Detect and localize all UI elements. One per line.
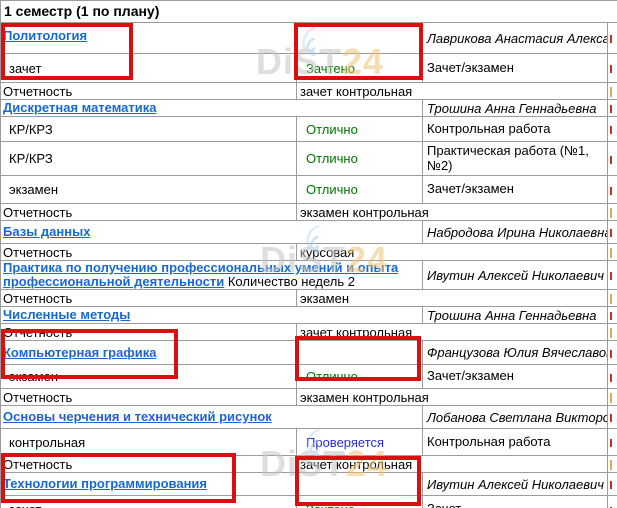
assessment-type-cell: КР/КРЗ [1, 142, 297, 176]
table-row: Дискретная математика Трошина Анна Геннад… [1, 100, 617, 117]
clipped-right-cell [608, 117, 617, 142]
work-type-cell: Контрольная работа [423, 429, 608, 456]
subject-link[interactable]: Дискретная математика [3, 100, 157, 115]
work-type-cell: Контрольная работа [423, 117, 608, 142]
teacher-name: Набродова Ирина Николаевна [423, 221, 608, 244]
grades-page: 1 семестр (1 по плану)ПолитологияЛаврико… [0, 0, 617, 508]
work-type-cell: Зачет/экзамен [423, 54, 608, 83]
subject-cell: Численные методы [1, 307, 423, 324]
subject-cell: Основы черчения и технический рисунок [1, 406, 423, 429]
clipped-right-cell [608, 429, 617, 456]
clipped-right-cell [608, 100, 617, 117]
work-type-cell: Зачет/экзамен [423, 365, 608, 389]
clipped-right-cell [608, 221, 617, 244]
table-row: Отчетностьзачет контрольная [1, 83, 617, 100]
clipped-right-cell [608, 142, 617, 176]
semester-header: 1 семестр (1 по плану) [1, 1, 617, 23]
highlight-komp-grafika [1, 329, 178, 379]
report-value-cell: экзамен контрольная [297, 389, 608, 406]
work-type-cell: Практическая работа (№1, №2) [423, 142, 608, 176]
subject-link[interactable]: Базы данных [3, 224, 90, 239]
highlight-politologia [1, 23, 133, 80]
table-row: контрольнаяПроверяетсяКонтрольная работа [1, 429, 617, 456]
table-row: Основы черчения и технический рисунок Лоб… [1, 406, 617, 429]
report-label-cell: Отчетность [1, 290, 297, 307]
teacher-name: Ивутин Алексей Николаевич [423, 473, 608, 496]
teacher-name: Трошина Анна Геннадьевна [423, 307, 608, 324]
table-row: 1 семестр (1 по плану) [1, 1, 617, 23]
clipped-right-cell [608, 389, 617, 406]
clipped-right-cell [608, 456, 617, 473]
clipped-right-cell [608, 406, 617, 429]
clipped-right-cell [608, 83, 617, 100]
clipped-right-cell [608, 261, 617, 290]
teacher-name: Лаврикова Анастасия Алекса [423, 23, 608, 54]
subject-link[interactable]: Численные методы [3, 307, 130, 322]
grade-value-cell: Проверяется [297, 429, 423, 456]
table-row: Отчетностьэкзамен контрольная [1, 389, 617, 406]
clipped-right-cell [608, 324, 617, 341]
work-type-cell: Зачет [423, 496, 608, 508]
assessment-type-cell: контрольная [1, 429, 297, 456]
report-value-cell: экзамен [297, 290, 608, 307]
table-row: КР/КРЗОтличноКонтрольная работа [1, 117, 617, 142]
report-label-cell: Отчетность [1, 389, 297, 406]
teacher-name: Лобанова Светлана Викторо [423, 406, 608, 429]
clipped-right-cell [608, 290, 617, 307]
clipped-right-cell [608, 204, 617, 221]
grade-value-cell: Отлично [297, 142, 423, 176]
highlight-politologia-grade [294, 23, 423, 80]
subject-suffix: Количество недель 2 [224, 274, 355, 289]
teacher-name: Трошина Анна Геннадьевна [423, 100, 608, 117]
highlight-tech-prog [1, 453, 236, 503]
table-row: Отчетностьэкзамен контрольная [1, 204, 617, 221]
report-label-cell: Отчетность [1, 244, 297, 261]
report-label-cell: Отчетность [1, 204, 297, 221]
table-row: КР/КРЗОтличноПрактическая работа (№1, №2… [1, 142, 617, 176]
clipped-right-cell [608, 23, 617, 54]
grade-value-cell: Отлично [297, 117, 423, 142]
table-row: Численные методы Трошина Анна Геннадьевна [1, 307, 617, 324]
subject-cell: Базы данных [1, 221, 423, 244]
highlight-komp-grafika-grade [295, 336, 421, 381]
clipped-right-cell [608, 496, 617, 508]
table-row: Базы данных Набродова Ирина Николаевна [1, 221, 617, 244]
report-label-cell: Отчетность [1, 83, 297, 100]
report-value-cell: экзамен контрольная [297, 204, 608, 221]
report-value-cell: зачет контрольная [297, 83, 608, 100]
assessment-type-cell: экзамен [1, 176, 297, 204]
subject-cell: Практика по получению профессиональных у… [1, 261, 423, 290]
clipped-right-cell [608, 176, 617, 204]
highlight-tech-prog-grade [295, 456, 421, 506]
clipped-right-cell [608, 365, 617, 389]
clipped-right-cell [608, 341, 617, 365]
work-type-cell: Зачет/экзамен [423, 176, 608, 204]
table-row: Отчетностьэкзамен [1, 290, 617, 307]
teacher-name: Ивутин Алексей Николаевич [423, 261, 608, 290]
table-row: экзаменОтличноЗачет/экзамен [1, 176, 617, 204]
clipped-right-cell [608, 473, 617, 496]
subject-cell: Дискретная математика [1, 100, 423, 117]
table-row: Отчетностькурсовая [1, 244, 617, 261]
table-row: Практика по получению профессиональных у… [1, 261, 617, 290]
subject-link[interactable]: Основы черчения и технический рисунок [3, 409, 272, 424]
clipped-right-cell [608, 307, 617, 324]
clipped-right-cell [608, 244, 617, 261]
clipped-right-cell [608, 54, 617, 83]
grade-value-cell: Отлично [297, 176, 423, 204]
report-value-cell: курсовая [297, 244, 608, 261]
teacher-name: Французова Юлия Вячеславов [423, 341, 608, 365]
assessment-type-cell: КР/КРЗ [1, 117, 297, 142]
